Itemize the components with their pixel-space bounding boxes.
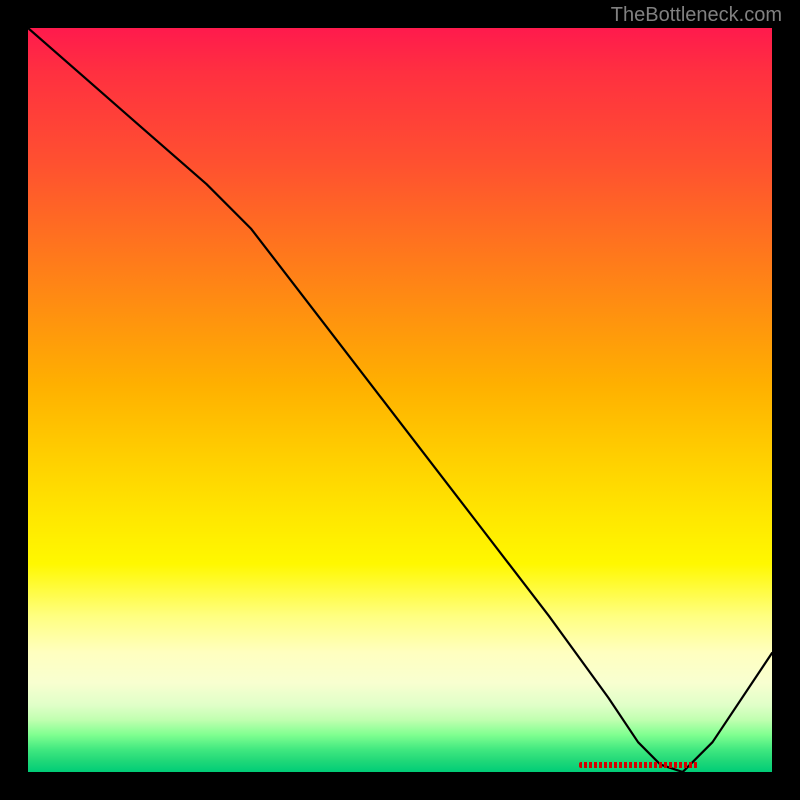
- chart-plot-area: [28, 28, 772, 772]
- optimal-range-marker: [579, 762, 698, 768]
- bottleneck-curve: [28, 28, 772, 772]
- watermark-text: TheBottleneck.com: [611, 4, 782, 27]
